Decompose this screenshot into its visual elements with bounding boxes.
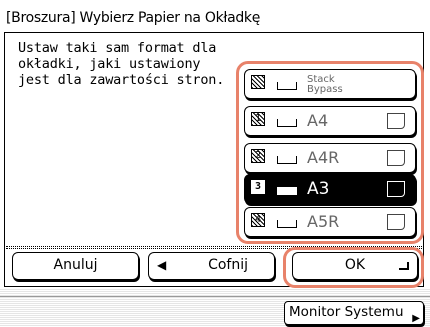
copier-screen: [Broszura] Wybierz Papier na Okładkę Ust…	[0, 0, 430, 327]
ok-button-label: OK	[344, 257, 366, 273]
paper-size-label: A3	[307, 179, 330, 199]
paper-orientation-icon	[387, 150, 405, 166]
system-monitor-label: Monitor Systemu	[289, 304, 404, 320]
paper-size-label: Stack Bypass	[307, 74, 343, 95]
paper-orientation-icon	[387, 181, 405, 197]
right-triangle-icon: ▶	[412, 313, 420, 324]
paper-orientation-icon	[387, 214, 405, 230]
tray-icon	[277, 220, 297, 228]
enter-icon	[399, 262, 409, 270]
drawer-number-icon: 3	[251, 180, 265, 194]
system-monitor-button[interactable]: Monitor Systemu ▶	[284, 301, 424, 325]
cancel-button[interactable]: Anuluj	[12, 252, 139, 280]
paper-size-label: A4R	[307, 148, 340, 167]
paper-source-drawer-1[interactable]: 1 A4	[244, 106, 416, 136]
bypass-tray-icon	[277, 82, 297, 90]
paper-source-drawer-2[interactable]: 2 A4R	[244, 143, 416, 173]
tray-icon	[277, 187, 297, 195]
instructions-text: Ustaw taki sam format dla okładki, jaki …	[18, 40, 225, 88]
left-arrow-icon: ◀	[157, 258, 167, 272]
back-button-label: Cofnij	[208, 257, 248, 273]
back-button[interactable]: ◀ Cofnij	[148, 252, 275, 280]
drawer-number-icon: 4	[251, 213, 265, 227]
paper-source-stack-bypass[interactable]: Stack Bypass	[244, 69, 416, 99]
paper-size-label: A5R	[307, 212, 340, 231]
status-bar-divider	[0, 296, 430, 297]
stack-bypass-icon	[251, 75, 265, 89]
drawer-number-icon: 1	[251, 112, 265, 126]
tray-icon	[277, 119, 297, 127]
paper-source-drawer-4[interactable]: 4 A5R	[244, 207, 416, 237]
paper-size-label: A4	[307, 111, 329, 130]
tray-icon	[277, 156, 297, 164]
drawer-number-icon: 2	[251, 149, 265, 163]
paper-orientation-icon	[387, 113, 405, 129]
dialog-title: [Broszura] Wybierz Papier na Okładkę	[6, 10, 261, 26]
ok-button[interactable]: OK	[292, 252, 418, 280]
paper-source-drawer-3[interactable]: 3 A3	[244, 174, 416, 204]
